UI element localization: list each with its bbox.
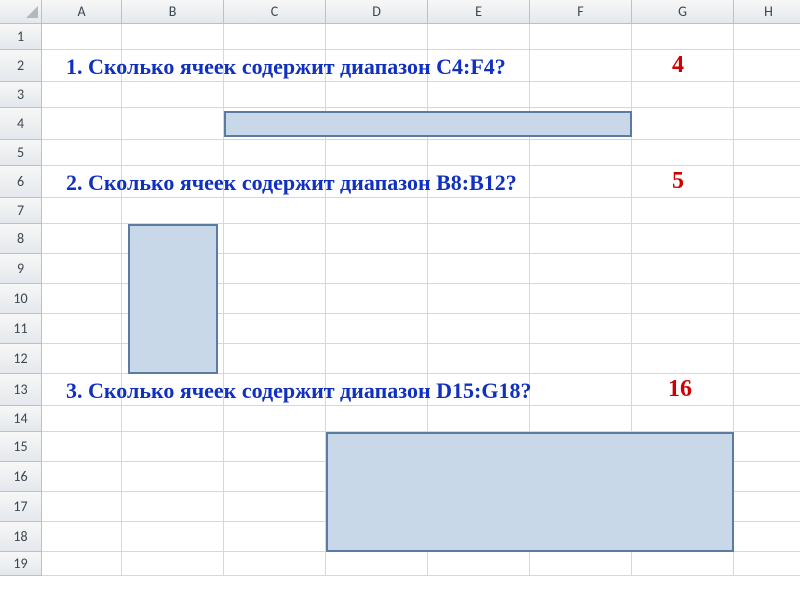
row-header-8[interactable]: 8 [0,224,42,254]
row-headers: 12345678910111213141516171819 [0,24,42,576]
row-header-18[interactable]: 18 [0,522,42,552]
row-header-19[interactable]: 19 [0,552,42,576]
gridline-h [42,197,800,198]
row-header-16[interactable]: 16 [0,462,42,492]
grid-area[interactable]: 1. Сколько ячеек содержит диапазон C4:F4… [42,24,800,576]
column-header-C[interactable]: C [224,0,326,24]
select-all-triangle-icon [26,6,38,18]
select-all-corner[interactable] [0,0,42,24]
question-1: 1. Сколько ячеек содержит диапазон C4:F4… [66,54,506,80]
row-header-7[interactable]: 7 [0,198,42,224]
answer-1: 4 [672,52,684,79]
column-header-H[interactable]: H [734,0,800,24]
row-header-15[interactable]: 15 [0,432,42,462]
column-headers: ABCDEFGH [0,0,800,24]
row-header-13[interactable]: 13 [0,374,42,406]
row-header-10[interactable]: 10 [0,284,42,314]
column-header-B[interactable]: B [122,0,224,24]
answer-2: 5 [672,168,684,195]
row-header-11[interactable]: 11 [0,314,42,344]
gridline-h [42,107,800,108]
row-header-9[interactable]: 9 [0,254,42,284]
row-header-17[interactable]: 17 [0,492,42,522]
column-header-F[interactable]: F [530,0,632,24]
row-header-5[interactable]: 5 [0,140,42,166]
question-2: 2. Сколько ячеек содержит диапазон B8:B1… [66,170,517,196]
gridline-h [42,49,800,50]
range-r1 [224,111,632,137]
gridline-h [42,165,800,166]
answer-3: 16 [668,376,692,403]
spreadsheet-viewport: ABCDEFGH 12345678910111213141516171819 1… [0,0,800,600]
row-header-12[interactable]: 12 [0,344,42,374]
column-header-D[interactable]: D [326,0,428,24]
range-r2 [128,224,218,374]
column-header-G[interactable]: G [632,0,734,24]
column-header-A[interactable]: A [42,0,122,24]
gridline-h [42,81,800,82]
row-header-1[interactable]: 1 [0,24,42,50]
gridline-h [42,575,800,576]
row-header-3[interactable]: 3 [0,82,42,108]
row-header-4[interactable]: 4 [0,108,42,140]
row-header-6[interactable]: 6 [0,166,42,198]
column-header-E[interactable]: E [428,0,530,24]
gridline-h [42,139,800,140]
row-header-2[interactable]: 2 [0,50,42,82]
question-3: 3. Сколько ячеек содержит диапазон D15:G… [66,378,531,404]
gridline-h [42,405,800,406]
row-header-14[interactable]: 14 [0,406,42,432]
range-r3 [326,432,734,552]
